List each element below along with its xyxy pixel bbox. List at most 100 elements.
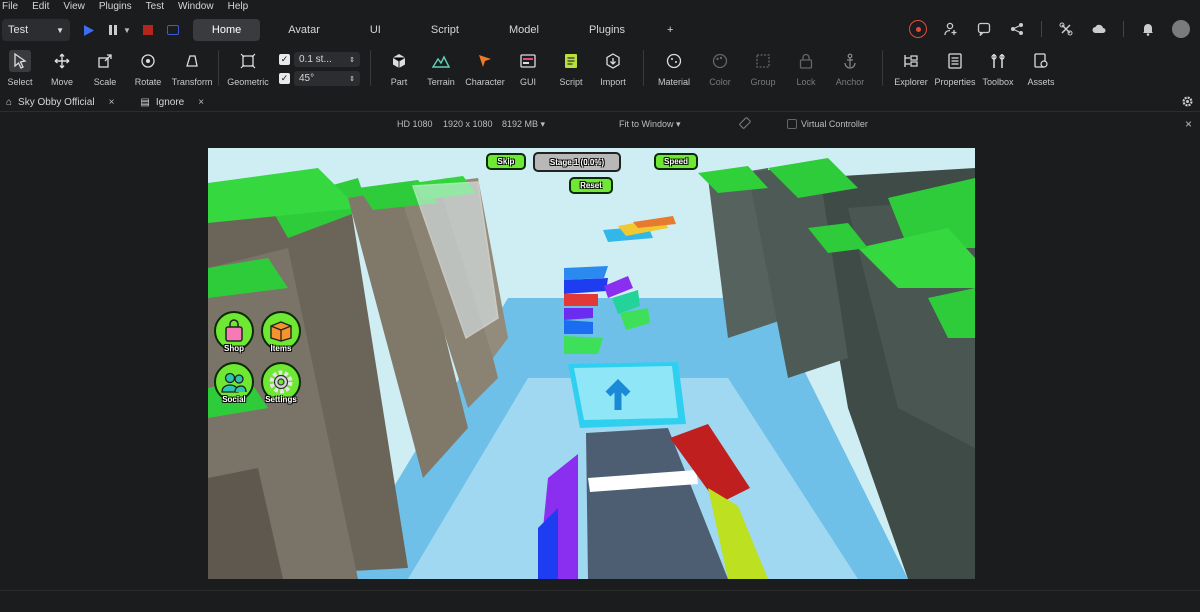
lock-icon [795, 50, 817, 72]
lock-label: Lock [796, 77, 816, 87]
character-button[interactable]: Character [463, 46, 507, 92]
divider [1123, 21, 1124, 37]
move-snap-stepper[interactable]: 0.1 st... ⇕ [294, 52, 360, 67]
menu-help[interactable]: Help [228, 1, 249, 12]
explorer-button[interactable]: Explorer [889, 46, 933, 92]
group-label: Group [750, 77, 776, 87]
tab-script[interactable]: Script [409, 19, 481, 41]
record-icon[interactable] [909, 20, 927, 38]
chevron-down-icon[interactable]: ▼ [123, 26, 131, 35]
anchor-button[interactable]: Anchor [828, 46, 872, 92]
shopping-bag-icon [225, 319, 243, 342]
toolbox-button[interactable]: Toolbox [977, 46, 1019, 92]
memory-label: 8192 MB [502, 118, 539, 129]
document-tabs: ⌂ Sky Obby Official × ▤ Ignore × [0, 94, 1200, 112]
part-button[interactable]: Part [379, 46, 419, 92]
chevron-updown-icon: ⇕ [349, 75, 355, 83]
reset-button[interactable]: Reset [569, 177, 613, 194]
doc-tab-sky-obby[interactable]: ⌂ Sky Obby Official × [6, 97, 114, 108]
scale-label: Scale [93, 77, 117, 87]
rotate-label: Rotate [134, 77, 162, 87]
tab-avatar[interactable]: Avatar [266, 19, 342, 41]
select-label: Select [7, 77, 33, 87]
gear-icon[interactable] [1181, 95, 1194, 113]
fit-dropdown[interactable]: Fit to Window ▾ [619, 119, 681, 130]
rotate-device-icon[interactable] [739, 117, 751, 131]
rotate-snap-stepper[interactable]: 45° ⇕ [294, 71, 360, 86]
terrain-label: Terrain [427, 77, 455, 87]
place-icon: ⌂ [6, 97, 13, 108]
speed-button[interactable]: Speed [654, 153, 698, 170]
device-emulation-bar: HD 1080 1920 x 1080 8192 MB ▾ Fit to Win… [0, 114, 1200, 134]
move-tool[interactable]: Move [40, 46, 84, 92]
rotate-snap-checkbox[interactable]: ✓ [279, 73, 290, 84]
avatar[interactable] [1172, 20, 1190, 38]
color-label: Color [709, 77, 731, 87]
top-right-actions [909, 20, 1190, 38]
explorer-label: Explorer [894, 77, 928, 87]
resolution-label: HD 1080 [397, 119, 433, 129]
doc-tab-label: Ignore [155, 97, 185, 108]
gui-button[interactable]: GUI [507, 46, 549, 92]
rotate-tool[interactable]: Rotate [126, 46, 170, 92]
play-button[interactable] [82, 23, 96, 37]
group-button[interactable]: Group [742, 46, 784, 92]
doc-tab-ignore[interactable]: ▤ Ignore × [140, 97, 204, 108]
geometric-icon [237, 50, 259, 72]
assets-button[interactable]: Assets [1019, 46, 1063, 92]
material-label: Material [657, 77, 690, 87]
move-label: Move [50, 77, 73, 87]
add-tab-button[interactable]: + [653, 19, 687, 41]
tab-model[interactable]: Model [487, 19, 561, 41]
tab-plugins[interactable]: Plugins [567, 19, 647, 41]
lock-button[interactable]: Lock [784, 46, 828, 92]
script-icon: ▤ [140, 97, 150, 108]
menu-file[interactable]: File [2, 1, 18, 12]
menu-view[interactable]: View [63, 1, 85, 12]
color-button[interactable]: Color [698, 46, 742, 92]
divider [882, 50, 883, 86]
import-button[interactable]: Import [593, 46, 633, 92]
terrain-button[interactable]: Terrain [419, 46, 463, 92]
memory-dropdown[interactable]: 8192 MB ▾ [502, 119, 545, 130]
skip-button[interactable]: Skip [486, 153, 526, 170]
script-button[interactable]: Script [549, 46, 593, 92]
explorer-icon [900, 50, 922, 72]
transform-tool[interactable]: Transform [170, 46, 214, 92]
virtual-controller-checkbox[interactable] [787, 119, 797, 129]
select-tool[interactable]: Select [0, 46, 40, 92]
scale-tool[interactable]: Scale [84, 46, 126, 92]
material-button[interactable]: Material [650, 46, 698, 92]
menu-plugins[interactable]: Plugins [99, 1, 132, 12]
tab-ui[interactable]: UI [348, 19, 403, 41]
cloud-icon[interactable] [1090, 20, 1108, 38]
menu-test[interactable]: Test [146, 1, 164, 12]
bell-icon[interactable] [1139, 20, 1157, 38]
screen-icon[interactable] [166, 25, 179, 35]
mode-label: Test [8, 24, 29, 36]
move-snap-checkbox[interactable]: ✓ [279, 54, 290, 65]
stop-button[interactable] [142, 25, 153, 35]
properties-button[interactable]: Properties [933, 46, 977, 92]
close-icon[interactable]: × [198, 97, 204, 108]
tab-home[interactable]: Home [192, 19, 261, 41]
chevron-down-icon: ▼ [56, 25, 64, 35]
chat-icon[interactable] [975, 20, 993, 38]
share-icon[interactable] [1008, 20, 1026, 38]
character-icon [474, 50, 496, 72]
close-icon[interactable]: × [1185, 117, 1192, 131]
ribbon-toolbar: Select Move Scale Rotate Transform Geome… [0, 46, 1200, 92]
part-icon [388, 50, 410, 72]
geometric-dropdown[interactable]: Geometric [223, 46, 273, 92]
close-icon[interactable]: × [109, 97, 115, 108]
menu-window[interactable]: Window [178, 1, 214, 12]
gui-label: GUI [519, 77, 536, 87]
pause-button[interactable] [106, 23, 120, 37]
menu-edit[interactable]: Edit [32, 1, 49, 12]
game-viewport[interactable]: Skip Stage 1 (0.0%) Speed Reset Shop Ite… [208, 148, 975, 579]
add-user-icon[interactable] [942, 20, 960, 38]
mode-dropdown[interactable]: Test ▼ [2, 19, 70, 41]
toolbox-icon [987, 50, 1009, 72]
snap-settings: ✓ 0.1 st... ⇕ ✓ 45° ⇕ [279, 46, 360, 86]
collaborate-icon[interactable] [1057, 20, 1075, 38]
